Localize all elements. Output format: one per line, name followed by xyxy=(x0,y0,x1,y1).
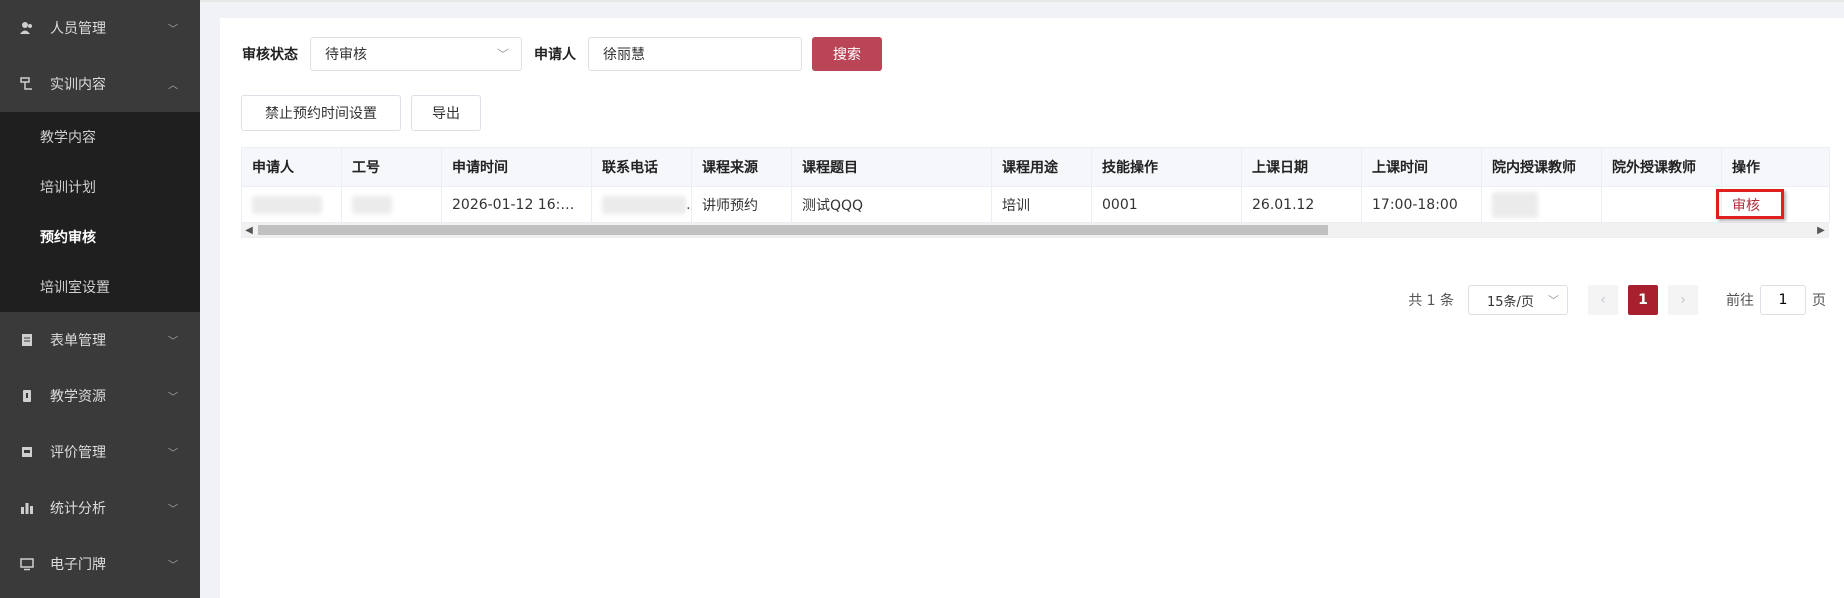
cell-source: 讲师预约 xyxy=(691,186,792,223)
col-header-applicant: 申请人 xyxy=(241,147,342,187)
table-row: 2026-01-12 16:07... 讲师预约 测试QQQ 培训 0001 2… xyxy=(241,186,1830,223)
top-border xyxy=(200,0,1844,2)
booking-table: 申请人 工号 申请时间 联系电话 课程来源 课程题目 课程用途 技能操作 上课日… xyxy=(241,147,1830,238)
prev-page-button[interactable]: ‹ xyxy=(1588,285,1618,315)
chart-icon xyxy=(20,501,34,515)
sidebar-item-label: 实训内容 xyxy=(50,77,106,93)
status-select-value: 待审核 xyxy=(325,47,367,63)
sidebar-item-training[interactable]: 实训内容 ︿ xyxy=(0,56,200,112)
forbid-time-settings-button[interactable]: 禁止预约时间设置 xyxy=(241,95,401,131)
sidebar: 人员管理 ﹀ 实训内容 ︿ 教学内容 培训计划 预约审核 培训室设置 表单管理 … xyxy=(0,0,200,598)
col-header-title: 课程题目 xyxy=(791,147,992,187)
resource-icon xyxy=(20,389,34,403)
col-header-employee-id: 工号 xyxy=(341,147,442,187)
col-header-purpose: 课程用途 xyxy=(991,147,1092,187)
applicant-input[interactable]: 徐丽慧 xyxy=(588,37,802,71)
form-icon xyxy=(20,333,34,347)
submenu: 教学内容 培训计划 预约审核 培训室设置 xyxy=(0,112,200,312)
filter-row: 审核状态 待审核 ﹀ 申请人 徐丽慧 搜索 xyxy=(242,37,882,71)
sidebar-item-label: 电子门牌 xyxy=(50,557,106,573)
sidebar-item-label: 人员管理 xyxy=(50,21,106,37)
page-size-select[interactable]: 15条/页 ﹀ xyxy=(1468,285,1568,315)
sidebar-item-door-sign[interactable]: 电子门牌 ﹀ xyxy=(0,536,200,592)
next-page-button[interactable]: › xyxy=(1668,285,1698,315)
cell-date: 26.01.12 xyxy=(1241,186,1362,223)
cell-employee-id-redacted xyxy=(341,186,442,223)
submenu-item-teaching-content[interactable]: 教学内容 xyxy=(0,112,200,162)
submenu-item-training-plan[interactable]: 培训计划 xyxy=(0,162,200,212)
pagination-total: 共 1 条 xyxy=(1408,293,1454,309)
col-header-apply-time: 申请时间 xyxy=(441,147,592,187)
table-header-row: 申请人 工号 申请时间 联系电话 课程来源 课程题目 课程用途 技能操作 上课日… xyxy=(241,147,1830,187)
goto-label: 前往 xyxy=(1726,293,1754,309)
applicant-filter-label: 申请人 xyxy=(534,47,576,63)
main-panel: 审核状态 待审核 ﹀ 申请人 徐丽慧 搜索 禁止预约时间设置 导出 申请人 工号 xyxy=(220,18,1844,598)
col-header-time: 上课时间 xyxy=(1361,147,1482,187)
scroll-right-icon[interactable]: ▶ xyxy=(1814,223,1828,237)
chevron-down-icon: ﹀ xyxy=(168,336,178,348)
sidebar-item-resources[interactable]: 教学资源 ﹀ xyxy=(0,368,200,424)
sidebar-item-label: 统计分析 xyxy=(50,501,106,517)
sidebar-item-label: 教学资源 xyxy=(50,389,106,405)
page-jumper: 前往 页 xyxy=(1726,285,1826,315)
chevron-down-icon: ﹀ xyxy=(168,392,178,404)
col-header-date: 上课日期 xyxy=(1241,147,1362,187)
sidebar-item-label: 评价管理 xyxy=(50,445,106,461)
chevron-down-icon: ﹀ xyxy=(168,504,178,516)
status-filter-label: 审核状态 xyxy=(242,47,298,63)
cell-time: 17:00-18:00 xyxy=(1361,186,1482,223)
evaluate-icon xyxy=(20,445,34,459)
pagination: 共 1 条 15条/页 ﹀ ‹ 1 › 前往 页 xyxy=(1408,285,1826,315)
col-header-external-teacher: 院外授课教师 xyxy=(1601,147,1722,187)
cell-title: 测试QQQ xyxy=(791,186,992,223)
applicant-input-value: 徐丽慧 xyxy=(603,47,645,63)
cell-skill: 0001 xyxy=(1091,186,1242,223)
page-suffix: 页 xyxy=(1812,293,1826,309)
chevron-down-icon: ﹀ xyxy=(168,448,178,460)
users-icon xyxy=(20,21,34,35)
status-select[interactable]: 待审核 ﹀ xyxy=(310,37,522,71)
chevron-left-icon: ‹ xyxy=(1600,292,1606,308)
cell-apply-time: 2026-01-12 16:07... xyxy=(441,186,592,223)
cell-phone-redacted xyxy=(591,186,692,223)
col-header-phone: 联系电话 xyxy=(591,147,692,187)
chevron-down-icon: ﹀ xyxy=(168,560,178,572)
cell-action: 审核 xyxy=(1716,186,1830,223)
chevron-up-icon: ︿ xyxy=(168,80,178,92)
chevron-down-icon: ﹀ xyxy=(1548,294,1559,307)
page-size-value: 15条/页 xyxy=(1487,294,1534,310)
submenu-item-room-settings[interactable]: 培训室设置 xyxy=(0,262,200,312)
scrollbar-thumb[interactable] xyxy=(258,225,1328,235)
action-row: 禁止预约时间设置 导出 xyxy=(241,95,491,131)
search-button[interactable]: 搜索 xyxy=(812,37,882,71)
monitor-icon xyxy=(20,557,34,571)
cell-purpose: 培训 xyxy=(991,186,1092,223)
scroll-left-icon[interactable]: ◀ xyxy=(242,223,256,237)
goto-page-input[interactable] xyxy=(1760,285,1806,315)
chevron-down-icon: ﹀ xyxy=(496,47,509,62)
sidebar-item-statistics[interactable]: 统计分析 ﹀ xyxy=(0,480,200,536)
highlight-box xyxy=(1716,189,1784,219)
col-header-source: 课程来源 xyxy=(691,147,792,187)
sidebar-item-forms[interactable]: 表单管理 ﹀ xyxy=(0,312,200,368)
col-header-skill: 技能操作 xyxy=(1091,147,1242,187)
sidebar-item-evaluation[interactable]: 评价管理 ﹀ xyxy=(0,424,200,480)
horizontal-scrollbar[interactable]: ◀ ▶ xyxy=(241,223,1829,238)
chevron-right-icon: › xyxy=(1680,292,1686,308)
sidebar-item-label: 表单管理 xyxy=(50,333,106,349)
sidebar-item-personnel[interactable]: 人员管理 ﹀ xyxy=(0,0,200,56)
submenu-item-booking-review[interactable]: 预约审核 xyxy=(0,212,200,262)
training-icon xyxy=(20,77,34,91)
col-header-action: 操作 xyxy=(1721,147,1830,187)
cell-external-teacher xyxy=(1601,186,1722,223)
cell-internal-teacher-redacted xyxy=(1481,186,1602,223)
col-header-internal-teacher: 院内授课教师 xyxy=(1481,147,1602,187)
chevron-down-icon: ﹀ xyxy=(168,24,178,36)
page-number-button[interactable]: 1 xyxy=(1628,285,1658,315)
cell-applicant-redacted xyxy=(241,186,342,223)
export-button[interactable]: 导出 xyxy=(411,95,481,131)
